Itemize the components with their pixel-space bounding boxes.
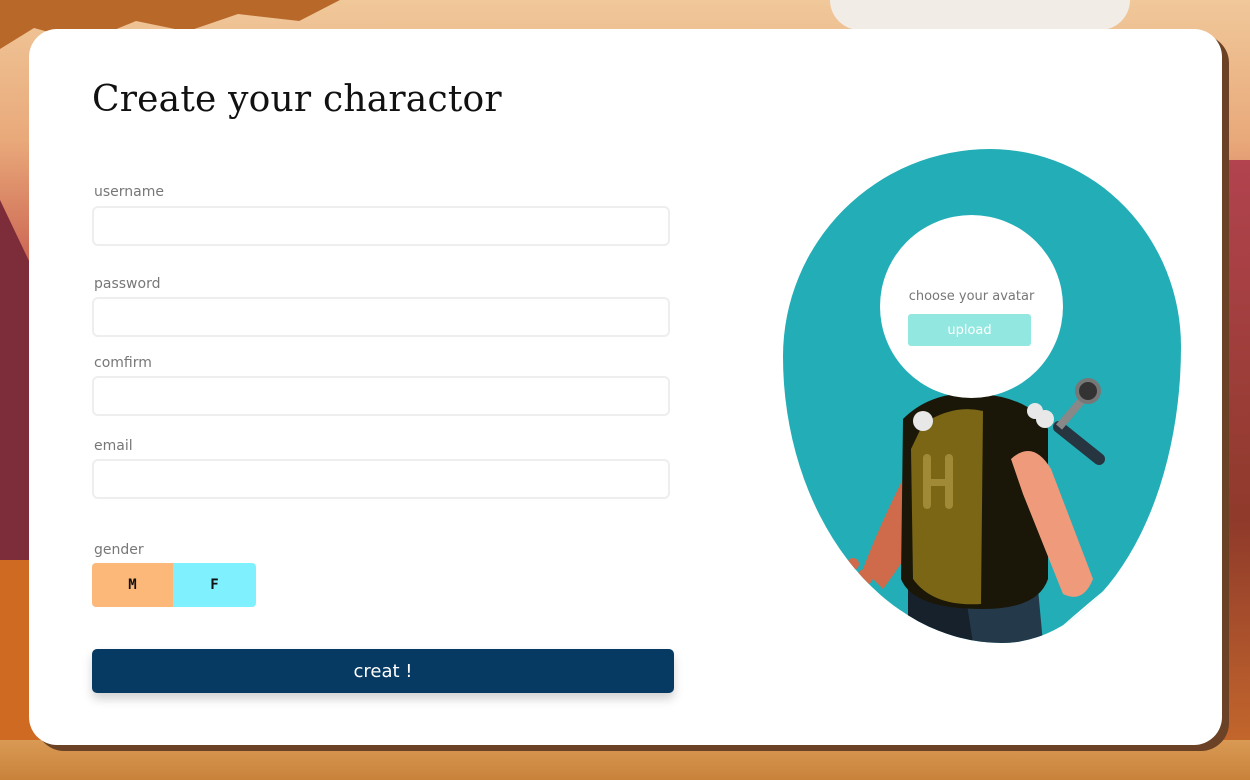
avatar-upload-circle: choose your avatar upload <box>880 215 1063 398</box>
username-label: username <box>94 184 164 200</box>
avatar-panel: choose your avatar upload <box>783 149 1183 644</box>
background-ground <box>0 740 1250 780</box>
background-hill-right <box>1220 160 1250 760</box>
signup-card: Create your charactor username password … <box>29 29 1222 745</box>
gender-label: gender <box>94 542 144 558</box>
create-button[interactable]: creat ! <box>92 649 674 693</box>
confirm-password-input[interactable] <box>92 376 670 416</box>
gender-male-button[interactable]: M <box>92 563 173 607</box>
email-label: email <box>94 438 133 454</box>
gender-toggle: M F <box>92 563 256 607</box>
upload-button[interactable]: upload <box>908 314 1031 346</box>
page-title: Create your charactor <box>92 79 502 120</box>
password-label: password <box>94 276 161 292</box>
email-input[interactable] <box>92 459 670 499</box>
password-input[interactable] <box>92 297 670 337</box>
gender-female-button[interactable]: F <box>173 563 256 607</box>
background-cloud <box>830 0 1130 30</box>
confirm-label: comfirm <box>94 355 152 371</box>
avatar-prompt: choose your avatar <box>908 289 1035 304</box>
username-input[interactable] <box>92 206 670 246</box>
